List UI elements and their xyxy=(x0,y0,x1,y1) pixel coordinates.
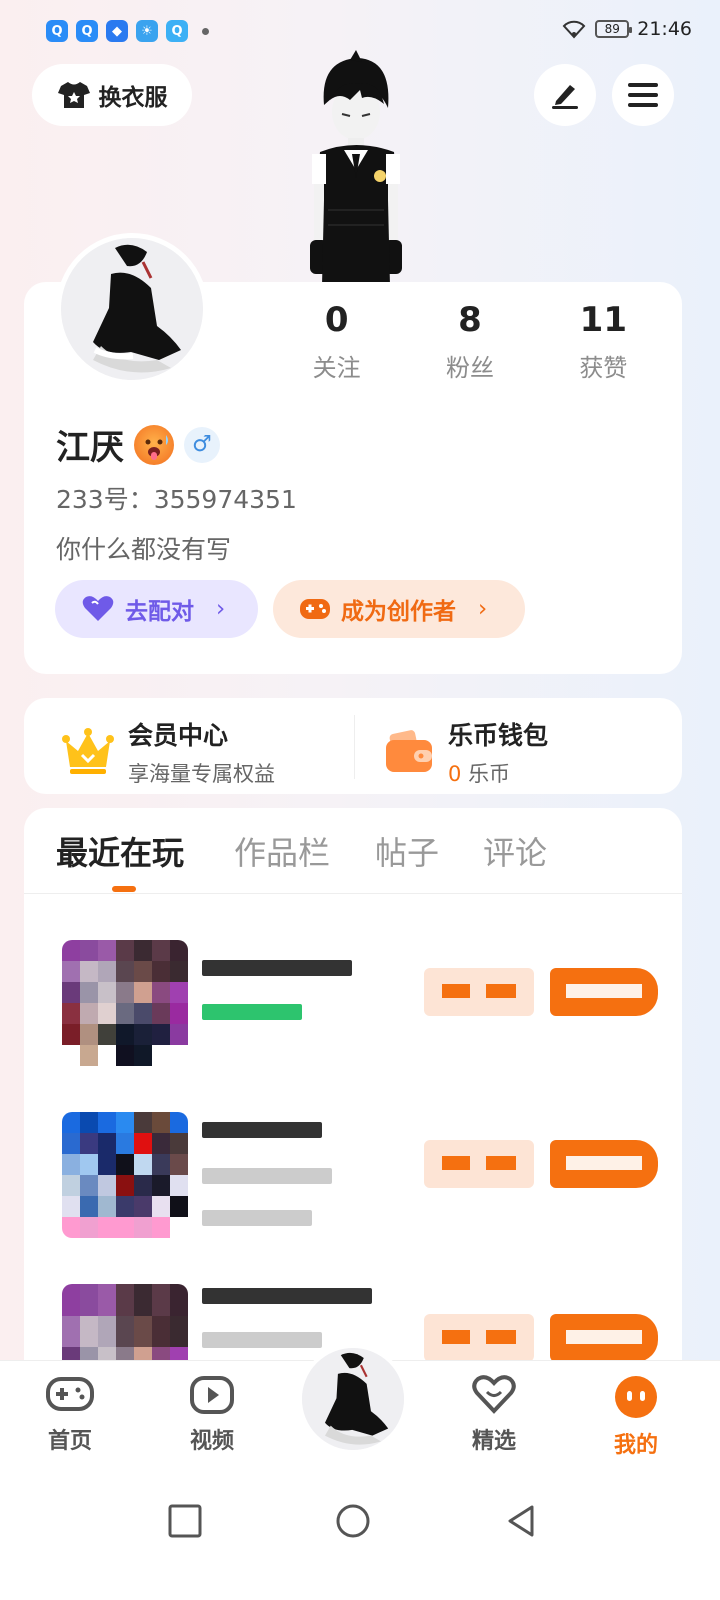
wallet-balance-row: 0 乐币 xyxy=(448,758,548,788)
game-title xyxy=(202,1288,372,1304)
vip-center-title: 会员中心 xyxy=(128,721,229,750)
tab-works[interactable]: 作品栏 xyxy=(234,828,330,874)
heart-icon xyxy=(82,596,114,621)
gamepad-icon xyxy=(300,599,330,619)
profile-stats: 0 关注 8 粉丝 11 获赞 xyxy=(270,300,670,383)
avatar-image xyxy=(61,238,203,380)
weather-app-icon: ☀ xyxy=(136,20,158,42)
chevron-right-icon: › xyxy=(216,596,226,622)
following-stat[interactable]: 0 关注 xyxy=(270,300,403,383)
nav-video-label: 视频 xyxy=(189,1429,234,1454)
profile-face-icon xyxy=(615,1376,657,1418)
more-notifications-dot xyxy=(202,27,209,35)
following-label: 关注 xyxy=(312,354,361,382)
tab-recently-played[interactable]: 最近在玩 xyxy=(56,828,184,874)
nav-home[interactable]: 首页 xyxy=(30,1375,110,1455)
wallet-unit: 乐币 xyxy=(468,762,511,786)
clock: 21:46 xyxy=(637,18,692,40)
game-tag xyxy=(424,968,534,1016)
game-subtitle xyxy=(202,1168,332,1184)
username-row: 江厌 ♂ xyxy=(56,420,220,469)
tab-posts[interactable]: 帖子 xyxy=(375,828,439,874)
game-tag xyxy=(424,1140,534,1188)
qq-icon: Q xyxy=(166,20,188,42)
game-subtitle xyxy=(202,1332,322,1348)
play-button[interactable] xyxy=(550,1140,658,1188)
likes-label: 获赞 xyxy=(579,354,628,382)
vip-center-subtitle: 享海量专属权益 xyxy=(128,762,275,786)
become-creator-button[interactable]: 成为创作者 › xyxy=(273,580,525,638)
qq-icon: Q xyxy=(46,20,68,42)
hot-face-emoji-icon xyxy=(134,424,174,465)
play-button[interactable] xyxy=(550,1314,658,1360)
qq-icon: Q xyxy=(76,20,98,42)
nav-featured[interactable]: 精选 xyxy=(454,1375,534,1455)
home-circle-icon[interactable] xyxy=(336,1504,370,1538)
back-triangle-icon[interactable] xyxy=(506,1504,536,1538)
fans-stat[interactable]: 8 粉丝 xyxy=(403,300,536,383)
notification-icons: Q Q ◆ ☀ Q xyxy=(46,20,209,42)
wallet-icon xyxy=(386,730,432,772)
nav-mine-label: 我的 xyxy=(613,1433,658,1458)
battery-icon: 89 xyxy=(595,20,633,38)
wallet-entry[interactable]: 乐币钱包 0 乐币 xyxy=(384,716,548,788)
nav-mine[interactable]: 我的 xyxy=(596,1375,676,1459)
username: 江厌 xyxy=(56,428,124,468)
wallet-balance: 0 xyxy=(448,762,462,786)
edit-button[interactable] xyxy=(534,64,596,126)
play-button[interactable] xyxy=(550,968,658,1016)
recent-apps-square-icon[interactable] xyxy=(168,1504,202,1538)
match-label: 去配对 xyxy=(125,599,194,625)
user-id[interactable]: 233号：355974351 xyxy=(56,480,297,516)
user-avatar[interactable] xyxy=(56,233,208,385)
chevron-right-icon: › xyxy=(478,596,488,622)
edit-pen-icon xyxy=(552,85,578,109)
tab-comments[interactable]: 评论 xyxy=(483,828,547,874)
nav-home-label: 首页 xyxy=(47,1429,92,1454)
game-thumbnail xyxy=(62,1284,188,1360)
list-item[interactable] xyxy=(62,1112,662,1238)
list-item[interactable] xyxy=(62,940,662,1066)
become-creator-label: 成为创作者 xyxy=(341,599,456,625)
wallet-title: 乐币钱包 xyxy=(448,721,549,750)
gender-male-icon: ♂ xyxy=(184,426,220,463)
wifi-icon xyxy=(562,20,586,39)
change-outfit-label: 换衣服 xyxy=(98,85,168,111)
game-tag xyxy=(424,1314,534,1360)
heart-featured-icon xyxy=(472,1375,516,1414)
video-play-icon xyxy=(190,1376,234,1414)
divider xyxy=(354,715,355,779)
following-count: 0 xyxy=(324,300,349,340)
hamburger-menu-icon xyxy=(628,83,658,107)
tab-divider xyxy=(24,893,682,894)
fans-count: 8 xyxy=(458,300,482,340)
game-title xyxy=(202,960,352,976)
user-bio[interactable]: 你什么都没有写 xyxy=(56,530,231,566)
system-navigation-bar xyxy=(0,1470,720,1600)
menu-button[interactable] xyxy=(612,64,674,126)
game-thumbnail xyxy=(62,940,188,1066)
active-tab-indicator xyxy=(112,886,136,892)
likes-stat[interactable]: 11 获赞 xyxy=(537,300,670,383)
crown-icon xyxy=(62,728,114,774)
avatar-3d-character[interactable] xyxy=(290,50,420,286)
gamepad-home-icon xyxy=(46,1377,94,1411)
tshirt-icon xyxy=(57,82,90,108)
shield-app-icon: ◆ xyxy=(106,20,128,42)
game-thumbnail xyxy=(62,1112,188,1238)
avatar-image xyxy=(302,1348,404,1450)
nav-featured-label: 精选 xyxy=(471,1429,516,1454)
game-subtitle xyxy=(202,1004,302,1020)
center-avatar-button[interactable] xyxy=(298,1344,408,1454)
nav-video[interactable]: 视频 xyxy=(172,1375,252,1455)
match-button[interactable]: 去配对 › xyxy=(55,580,258,638)
fans-label: 粉丝 xyxy=(445,354,494,382)
likes-count: 11 xyxy=(579,300,627,340)
change-outfit-button[interactable]: 换衣服 xyxy=(32,64,192,126)
game-meta xyxy=(202,1210,312,1226)
vip-center-entry[interactable]: 会员中心 享海量专属权益 xyxy=(62,716,275,788)
game-title xyxy=(202,1122,322,1138)
